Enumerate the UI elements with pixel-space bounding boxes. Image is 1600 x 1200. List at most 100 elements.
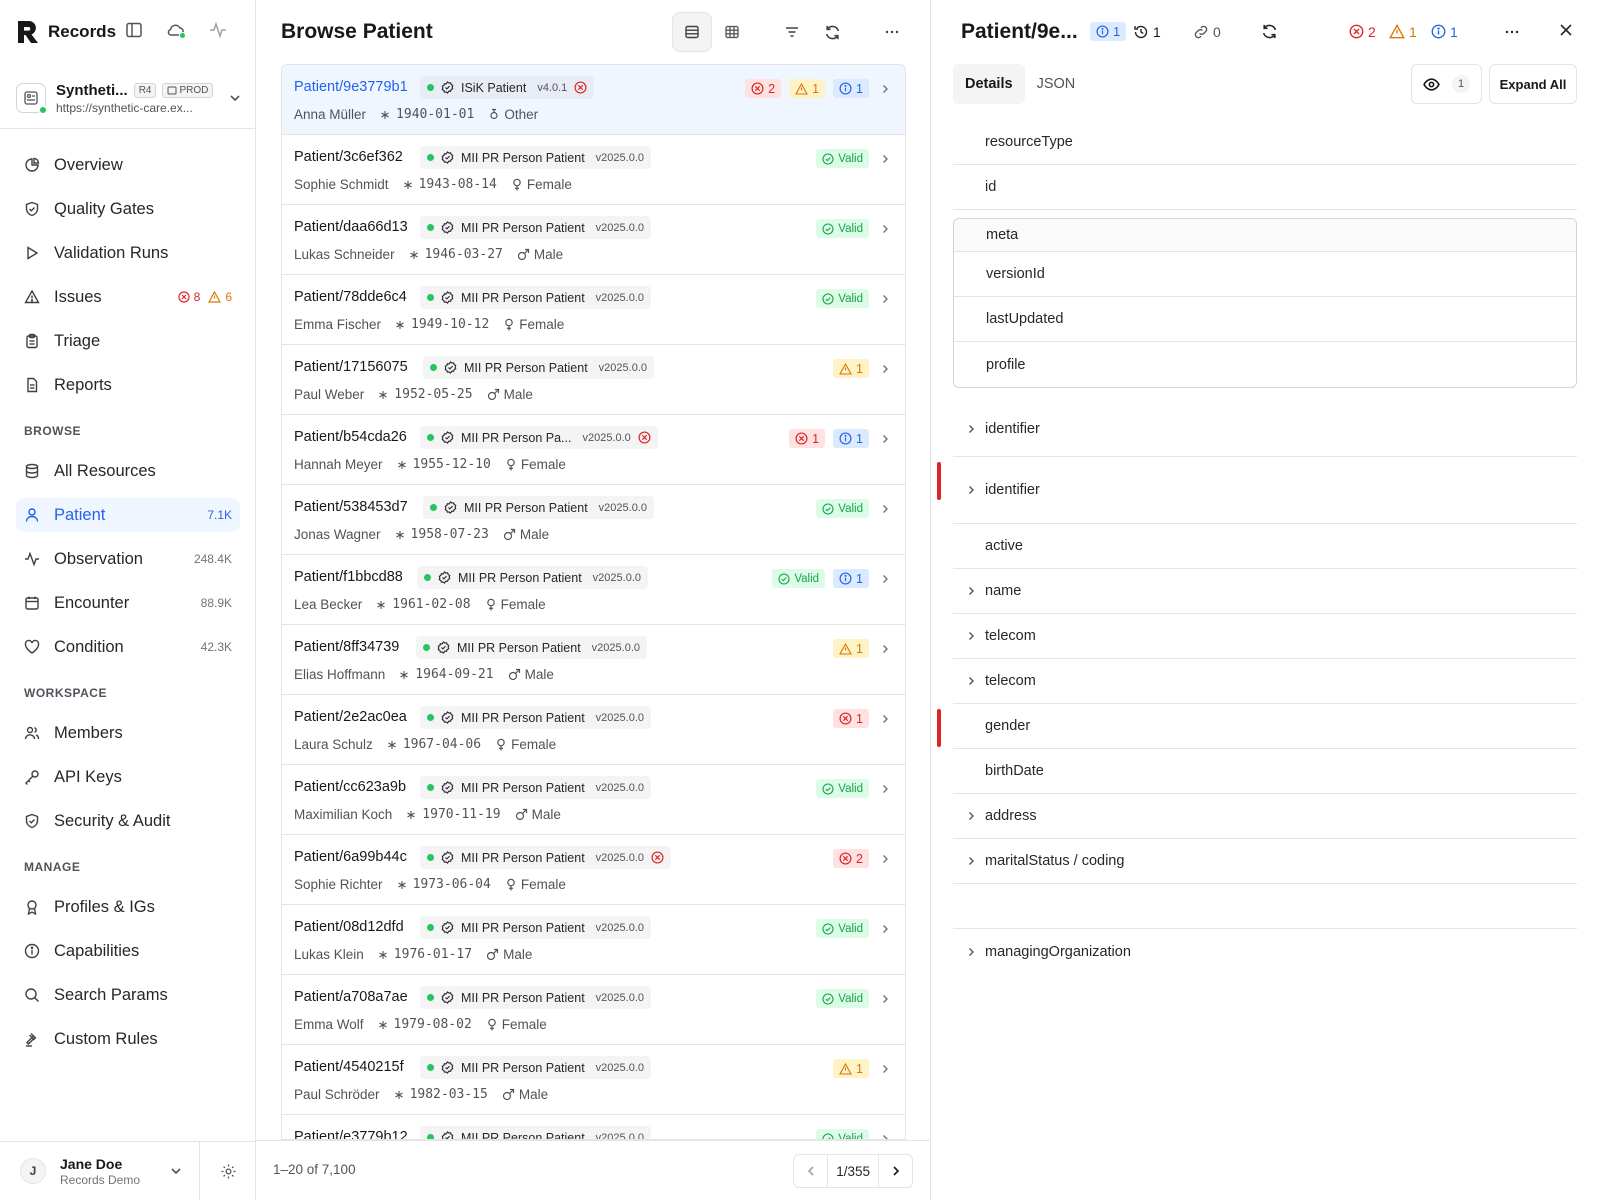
resource-id[interactable]: Patient/cc623a9b xyxy=(294,779,406,795)
field-row[interactable]: profile xyxy=(954,342,1576,387)
nav-profiles-igs[interactable]: Profiles & IGs xyxy=(16,890,240,924)
chevron-right-icon[interactable] xyxy=(965,855,977,867)
detail-info-count[interactable]: 1 xyxy=(1431,22,1458,41)
field-row[interactable]: telecom xyxy=(953,659,1577,704)
field-row[interactable]: resourceType xyxy=(953,120,1577,165)
cloud-status-icon[interactable] xyxy=(166,20,186,40)
nav-members[interactable]: Members xyxy=(16,716,240,750)
field-row[interactable]: identifier xyxy=(937,457,1577,524)
chevron-right-icon[interactable] xyxy=(965,630,977,642)
field-row[interactable]: gender xyxy=(937,704,1577,749)
references-button[interactable]: 0 xyxy=(1193,22,1221,41)
chevron-right-icon[interactable] xyxy=(965,585,977,597)
profile-chip[interactable]: MII PR Person Patient v2025.0.0 xyxy=(420,146,651,169)
chevron-right-icon[interactable] xyxy=(965,675,977,687)
table-row[interactable]: Patient/8ff34739 MII PR Person Patient v… xyxy=(282,625,905,695)
resource-id[interactable]: Patient/daa66d13 xyxy=(294,219,408,235)
table-row[interactable]: Patient/f1bbcd88 MII PR Person Patient v… xyxy=(282,555,905,625)
field-row[interactable]: lastUpdated xyxy=(954,297,1576,342)
resource-id[interactable]: Patient/6a99b44c xyxy=(294,849,407,865)
nav-search-params[interactable]: Search Params xyxy=(16,978,240,1012)
activity-pulse-icon[interactable] xyxy=(208,20,228,40)
profile-chip[interactable]: MII PR Person Patient v2025.0.0 xyxy=(420,1056,651,1079)
tab-details[interactable]: Details xyxy=(953,64,1025,104)
field-row[interactable]: versionId xyxy=(954,252,1576,297)
resource-id[interactable]: Patient/2e2ac0ea xyxy=(294,709,407,725)
profile-chip[interactable]: MII PR Person Patient v2025.0.0 xyxy=(423,356,654,379)
nav-triage[interactable]: Triage xyxy=(16,324,240,358)
list-view-button[interactable] xyxy=(672,12,712,52)
profile-chip[interactable]: MII PR Person Patient v2025.0.0 xyxy=(420,916,651,939)
profile-chip[interactable]: MII PR Person Patient v2025.0.0 xyxy=(420,776,651,799)
profile-chip[interactable]: MII PR Person Patient v2025.0.0 xyxy=(420,706,651,729)
resource-id[interactable]: Patient/9e3779b1 xyxy=(294,79,408,95)
chevron-right-icon[interactable] xyxy=(965,810,977,822)
field-row[interactable]: managingOrganization xyxy=(953,929,1577,974)
nav-issues[interactable]: Issues 8 6 xyxy=(16,280,240,314)
table-row[interactable]: Patient/3c6ef362 MII PR Person Patient v… xyxy=(282,135,905,205)
nav-capabilities[interactable]: Capabilities xyxy=(16,934,240,968)
table-row[interactable]: Patient/a708a7ae MII PR Person Patient v… xyxy=(282,975,905,1045)
history-button[interactable]: 1 xyxy=(1133,22,1161,41)
nav-overview[interactable]: Overview xyxy=(16,148,240,182)
profile-chip[interactable]: MII PR Person Patient v2025.0.0 xyxy=(420,216,651,239)
chevron-right-icon[interactable] xyxy=(965,423,977,435)
revalidate-button[interactable] xyxy=(1261,22,1278,41)
detail-warning-count[interactable]: 1 xyxy=(1389,22,1417,41)
table-row[interactable]: Patient/9e3779b1 ISiK Patient v4.0.1 Ann… xyxy=(282,65,905,135)
resource-id[interactable]: Patient/f1bbcd88 xyxy=(294,569,403,585)
table-row[interactable]: Patient/e3779b12 MII PR Person Patient v… xyxy=(282,1115,905,1139)
profile-chip[interactable]: MII PR Person Patient v2025.0.0 xyxy=(420,1126,651,1139)
profile-chip[interactable]: MII PR Person Patient v2025.0.0 xyxy=(417,566,648,589)
close-detail-button[interactable] xyxy=(1558,22,1574,38)
field-row[interactable]: telecom xyxy=(953,614,1577,659)
brand[interactable]: Records xyxy=(16,18,116,46)
table-row[interactable]: Patient/6a99b44c MII PR Person Patient v… xyxy=(282,835,905,905)
table-row[interactable]: Patient/538453d7 MII PR Person Patient v… xyxy=(282,485,905,555)
profile-chip[interactable]: MII PR Person Patient v2025.0.0 xyxy=(420,286,651,309)
table-view-button[interactable] xyxy=(712,12,752,52)
table-row[interactable]: Patient/17156075 MII PR Person Patient v… xyxy=(282,345,905,415)
field-row[interactable]: maritalStatus / coding xyxy=(953,839,1577,884)
expand-all-button[interactable]: Expand All xyxy=(1489,64,1577,104)
resource-id[interactable]: Patient/e3779b12 xyxy=(294,1129,408,1139)
resource-id[interactable]: Patient/a708a7ae xyxy=(294,989,408,1005)
nav-all-resources[interactable]: All Resources xyxy=(16,454,240,488)
settings-button[interactable] xyxy=(200,1163,256,1180)
resource-id[interactable]: Patient/3c6ef362 xyxy=(294,149,403,165)
hidden-fields-toggle[interactable]: 1 xyxy=(1411,64,1482,104)
nav-reports[interactable]: Reports xyxy=(16,368,240,402)
nav-condition[interactable]: Condition 42.3K xyxy=(16,630,240,664)
server-switcher[interactable]: Syntheti... R4 PROD https://synthetic-ca… xyxy=(16,78,244,118)
refresh-button[interactable] xyxy=(812,12,852,52)
next-page-button[interactable] xyxy=(878,1155,912,1187)
resource-id[interactable]: Patient/4540215f xyxy=(294,1059,404,1075)
nav-validation-runs[interactable]: Validation Runs xyxy=(16,236,240,270)
tab-json[interactable]: JSON xyxy=(1025,64,1088,104)
nav-encounter[interactable]: Encounter 88.9K xyxy=(16,586,240,620)
table-row[interactable]: Patient/cc623a9b MII PR Person Patient v… xyxy=(282,765,905,835)
table-row[interactable]: Patient/daa66d13 MII PR Person Patient v… xyxy=(282,205,905,275)
field-row[interactable]: name xyxy=(953,569,1577,614)
profile-chip[interactable]: MII PR Person Pa... v2025.0.0 xyxy=(420,426,658,449)
field-row[interactable]: active xyxy=(953,524,1577,569)
resource-id[interactable]: Patient/8ff34739 xyxy=(294,639,399,655)
sidebar-toggle-icon[interactable] xyxy=(124,20,144,40)
detail-error-count[interactable]: 2 xyxy=(1349,22,1376,41)
table-row[interactable]: Patient/78dde6c4 MII PR Person Patient v… xyxy=(282,275,905,345)
chevron-right-icon[interactable] xyxy=(965,484,977,496)
resource-id[interactable]: Patient/78dde6c4 xyxy=(294,289,407,305)
nav-api-keys[interactable]: API Keys xyxy=(16,760,240,794)
nav-patient[interactable]: Patient 7.1K xyxy=(16,498,240,532)
table-row[interactable]: Patient/b54cda26 MII PR Person Pa... v20… xyxy=(282,415,905,485)
table-row[interactable]: Patient/4540215f MII PR Person Patient v… xyxy=(282,1045,905,1115)
chevron-right-icon[interactable] xyxy=(965,946,977,958)
resource-id[interactable]: Patient/08d12dfd xyxy=(294,919,404,935)
table-row[interactable]: Patient/08d12dfd MII PR Person Patient v… xyxy=(282,905,905,975)
prev-page-button[interactable] xyxy=(794,1155,829,1187)
more-options-button[interactable] xyxy=(872,12,912,52)
resource-id[interactable]: Patient/b54cda26 xyxy=(294,429,407,445)
profile-chip[interactable]: MII PR Person Patient v2025.0.0 xyxy=(423,496,654,519)
profile-chip[interactable]: MII PR Person Patient v2025.0.0 xyxy=(416,636,647,659)
table-row[interactable]: Patient/2e2ac0ea MII PR Person Patient v… xyxy=(282,695,905,765)
